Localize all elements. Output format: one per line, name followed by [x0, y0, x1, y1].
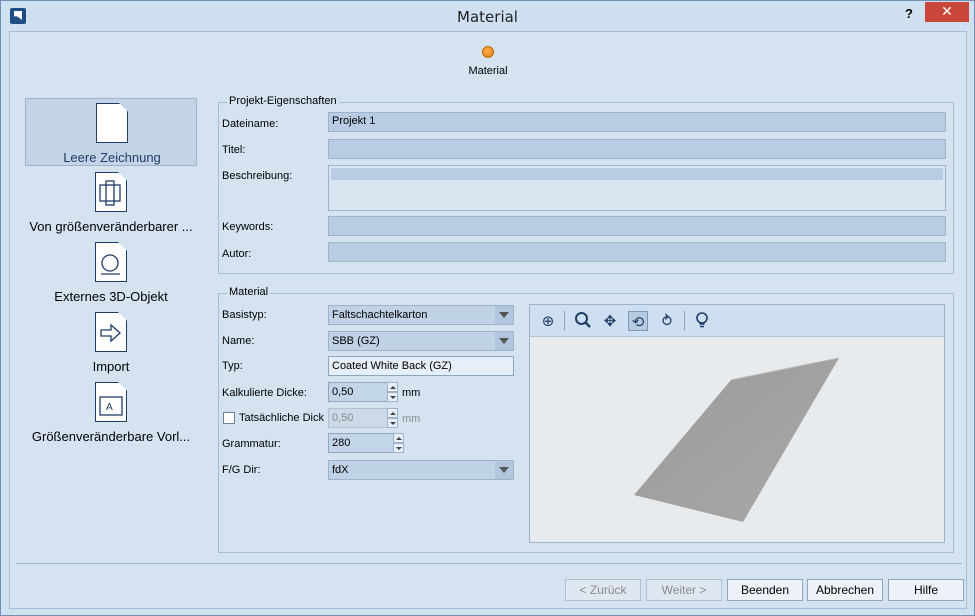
- name-label: Name:: [222, 335, 255, 347]
- left-item-von-groessenveraenderbarer[interactable]: Von größenveränderbarer ...: [25, 172, 197, 236]
- stepper-down-icon[interactable]: [393, 443, 404, 453]
- tatsaechliche-dicke-input[interactable]: 0,50: [328, 408, 388, 428]
- next-button[interactable]: Weiter >: [646, 579, 722, 601]
- toolbar-separator: [684, 311, 685, 331]
- help-button[interactable]: Hilfe: [888, 579, 964, 601]
- dateiname-input[interactable]: Projekt 1: [328, 112, 946, 132]
- typ-label: Typ:: [222, 360, 243, 372]
- zoom-fit-icon[interactable]: ⊕: [538, 311, 558, 331]
- svg-text:A: A: [106, 402, 113, 413]
- spin-icon[interactable]: ⥁: [657, 311, 677, 331]
- keywords-input[interactable]: [328, 216, 946, 236]
- keywords-label: Keywords:: [222, 221, 274, 233]
- left-item-label: Von größenveränderbarer ...: [29, 219, 193, 234]
- beschreibung-line: [331, 168, 943, 180]
- left-item-label: Größenveränderbare Vorl...: [31, 429, 191, 444]
- stepper-down-icon[interactable]: [387, 392, 398, 402]
- toolbar-separator: [564, 311, 565, 331]
- tatsaechliche-dicke-label: Tatsächliche Dick: [239, 412, 324, 424]
- external-3d-object-icon: [95, 242, 127, 282]
- group-title: Material: [227, 286, 271, 298]
- autor-label: Autor:: [222, 248, 252, 260]
- autor-input[interactable]: [328, 242, 946, 262]
- beschreibung-label: Beschreibung:: [222, 170, 293, 182]
- material-sheet-render: [634, 357, 840, 522]
- left-item-label: Externes 3D-Objekt: [54, 289, 168, 304]
- typ-input[interactable]: Coated White Back (GZ): [328, 356, 514, 376]
- stepper-up-icon[interactable]: [387, 408, 398, 418]
- chevron-down-icon: [495, 306, 513, 324]
- material-dialog: Material ? ✕ Material Leere Zeichnung Vo…: [0, 0, 975, 616]
- basistyp-label: Basistyp:: [222, 309, 267, 321]
- name-value: SBB (GZ): [332, 335, 380, 347]
- kalkulierte-dicke-label: Kalkulierte Dicke:: [222, 387, 307, 399]
- basistyp-value: Faltschachtelkarton: [332, 309, 428, 321]
- left-item-label: Leere Zeichnung: [63, 150, 161, 165]
- back-button[interactable]: < Zurück: [565, 579, 641, 601]
- name-select[interactable]: SBB (GZ): [328, 331, 514, 351]
- titel-label: Titel:: [222, 144, 246, 156]
- pan-icon[interactable]: ✥: [600, 311, 620, 331]
- beschreibung-textarea[interactable]: [328, 165, 946, 211]
- blank-document-icon: [96, 103, 128, 143]
- kalkulierte-dicke-unit: mm: [402, 387, 421, 399]
- chevron-down-icon: [495, 461, 513, 479]
- fg-dir-value: fdX: [332, 464, 349, 476]
- viewer-toolbar: ⊕ ✥ ⟲ ⥁: [530, 305, 944, 337]
- left-item-groessenveraenderbare-vorlage[interactable]: A Größenveränderbare Vorl...: [25, 382, 197, 446]
- grammatur-input[interactable]: 280: [328, 433, 394, 453]
- kalkulierte-dicke-input[interactable]: 0,50: [328, 382, 388, 402]
- light-icon[interactable]: [692, 311, 712, 331]
- chevron-down-icon: [495, 332, 513, 350]
- material-3d-preview[interactable]: ⊕ ✥ ⟲ ⥁: [529, 304, 945, 543]
- group-title: Projekt-Eigenschaften: [227, 95, 339, 107]
- zoom-icon[interactable]: [573, 311, 593, 331]
- step-label: Material: [468, 65, 508, 77]
- rotate-icon[interactable]: ⟲: [628, 311, 648, 331]
- step-indicator-icon: [482, 46, 494, 58]
- tatsaechliche-dicke-unit: mm: [402, 413, 421, 425]
- stepper-down-icon[interactable]: [387, 418, 398, 428]
- titel-input[interactable]: [328, 139, 946, 159]
- grammatur-stepper[interactable]: [393, 433, 404, 453]
- fg-dir-select[interactable]: fdX: [328, 460, 514, 480]
- tatsaechliche-dicke-stepper[interactable]: [387, 408, 398, 428]
- fg-dir-label: F/G Dir:: [222, 464, 261, 476]
- dialog-body: Material Leere Zeichnung Von größenverän…: [9, 31, 967, 609]
- cancel-button[interactable]: Abbrechen: [807, 579, 883, 601]
- basistyp-select[interactable]: Faltschachtelkarton: [328, 305, 514, 325]
- stepper-up-icon[interactable]: [393, 433, 404, 443]
- title-bar: Material ? ✕: [1, 1, 974, 31]
- help-question-button[interactable]: ?: [899, 5, 919, 23]
- stepper-up-icon[interactable]: [387, 382, 398, 392]
- dateiname-label: Dateiname:: [222, 118, 279, 130]
- resizable-box-document-icon: [95, 172, 127, 212]
- grammatur-label: Grammatur:: [222, 438, 281, 450]
- footer-divider: [16, 563, 962, 564]
- window-title: Material: [457, 8, 518, 26]
- import-arrow-icon: [95, 312, 127, 352]
- kalkulierte-dicke-stepper[interactable]: [387, 382, 398, 402]
- resizable-template-icon: A: [95, 382, 127, 422]
- tatsaechliche-dicke-checkbox[interactable]: [223, 412, 235, 424]
- finish-button[interactable]: Beenden: [727, 579, 803, 601]
- left-item-label: Import: [92, 359, 130, 374]
- left-item-import[interactable]: Import: [25, 312, 197, 376]
- left-item-leere-zeichnung[interactable]: Leere Zeichnung: [25, 98, 197, 166]
- close-button[interactable]: ✕: [925, 2, 969, 22]
- left-item-externes-3d-objekt[interactable]: Externes 3D-Objekt: [25, 242, 197, 306]
